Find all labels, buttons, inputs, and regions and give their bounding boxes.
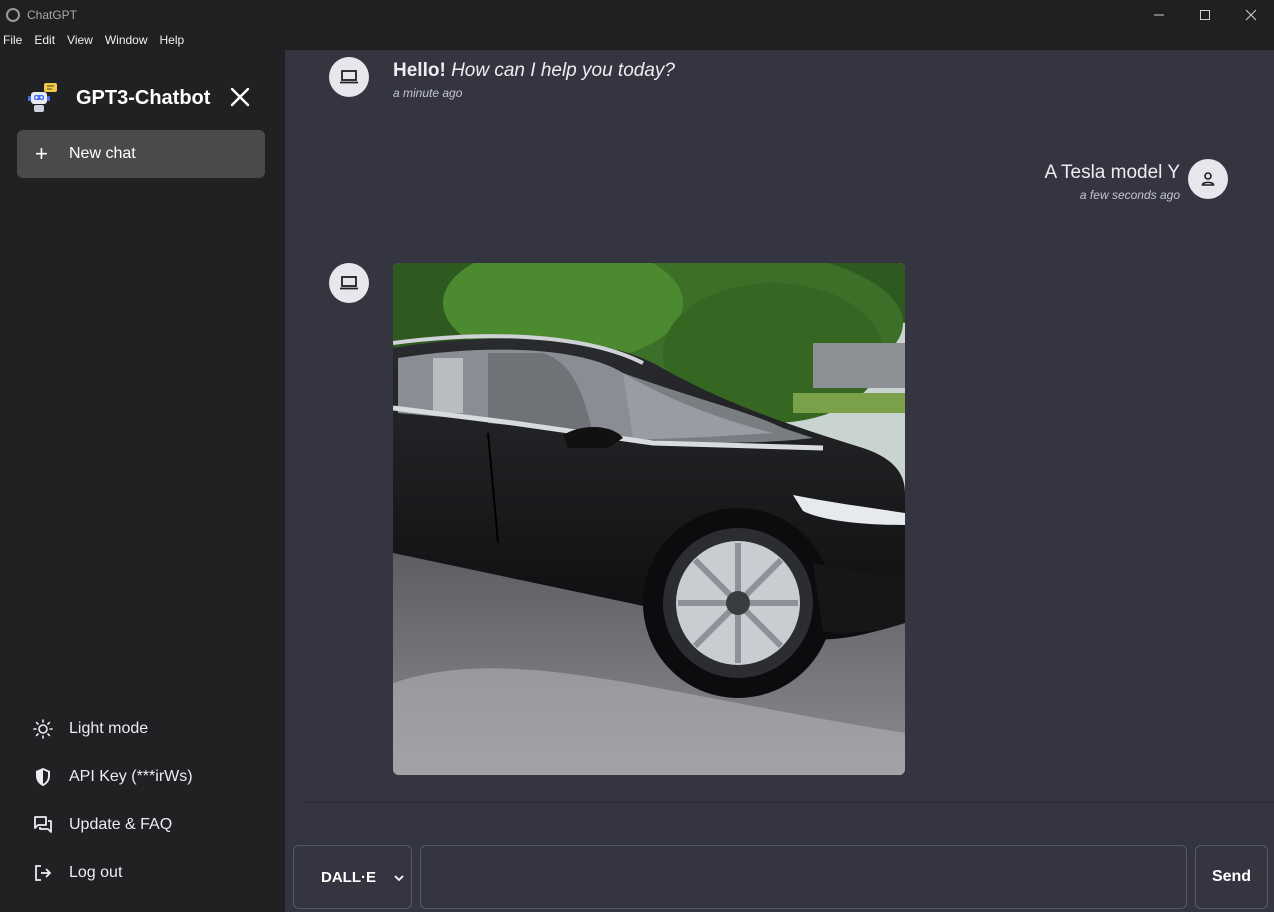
- menu-edit[interactable]: Edit: [34, 33, 55, 47]
- prompt-input[interactable]: [420, 845, 1187, 909]
- shield-icon: [32, 766, 54, 788]
- bot-message: Hello! How can I help you today? a minut…: [393, 60, 675, 100]
- send-label: Send: [1211, 868, 1252, 885]
- maximize-button[interactable]: [1182, 0, 1228, 29]
- menu-bar: File Edit View Window Help: [0, 29, 1274, 50]
- close-icon: [1245, 9, 1257, 20]
- chat-bubbles-icon: [32, 814, 54, 836]
- model-select[interactable]: DALL·E: [293, 845, 412, 909]
- sidebar-item-label: Log out: [69, 864, 123, 881]
- sidebar-item-label: API Key (***irWs): [69, 768, 193, 785]
- laptop-icon: [340, 70, 358, 84]
- user-message: A Tesla model Y a few seconds ago: [1044, 162, 1180, 202]
- generated-car-image[interactable]: [393, 263, 905, 775]
- model-select-value: DALL·E: [321, 868, 376, 886]
- brand-name: GPT3-Chatbot: [76, 86, 211, 109]
- menu-view[interactable]: View: [67, 33, 93, 47]
- menu-window[interactable]: Window: [105, 33, 148, 47]
- minimize-icon: [1154, 14, 1164, 15]
- menu-file[interactable]: File: [3, 33, 22, 47]
- laptop-icon: [340, 276, 358, 290]
- sidebar-item-log-out[interactable]: Log out: [32, 849, 193, 897]
- greeting-italic: How can I help you today?: [451, 60, 675, 81]
- message-time: a minute ago: [393, 86, 463, 100]
- brand: GPT3-Chatbot: [26, 82, 210, 114]
- sidebar-item-light-mode[interactable]: Light mode: [32, 705, 193, 753]
- sidebar-item-api-key[interactable]: API Key (***irWs): [32, 753, 193, 801]
- window-title: ChatGPT: [27, 7, 78, 22]
- sidebar-item-update-faq[interactable]: Update & FAQ: [32, 801, 193, 849]
- close-window-button[interactable]: [1228, 0, 1274, 29]
- chat-area: Hello! How can I help you today? a minut…: [285, 50, 1274, 912]
- user-avatar: [1188, 159, 1228, 199]
- new-chat-button[interactable]: + New chat: [17, 130, 265, 178]
- plus-icon: +: [35, 141, 48, 166]
- bot-avatar: [329, 263, 369, 303]
- title-bar: ChatGPT: [0, 0, 1274, 29]
- close-sidebar-icon[interactable]: [229, 86, 251, 108]
- chevron-down-icon: [394, 875, 404, 882]
- sidebar: GPT3-Chatbot + New chat Light mode API K…: [0, 50, 285, 912]
- sidebar-item-label: Light mode: [69, 720, 149, 737]
- send-button[interactable]: Send: [1195, 845, 1268, 909]
- message-text: Hello! How can I help you today?: [393, 60, 675, 82]
- bot-avatar: [329, 57, 369, 97]
- minimize-button[interactable]: [1136, 0, 1182, 29]
- chat-divider: [302, 802, 1274, 803]
- message-text: A Tesla model Y: [1044, 162, 1180, 183]
- sidebar-menu: Light mode API Key (***irWs) Update & FA…: [32, 705, 193, 897]
- robot-logo-icon: [28, 83, 57, 112]
- greeting-bold: Hello!: [393, 60, 446, 81]
- sun-icon: [32, 718, 54, 740]
- person-icon: [1201, 172, 1215, 186]
- window-controls: [1136, 0, 1274, 29]
- maximize-icon: [1200, 9, 1210, 20]
- new-chat-label: New chat: [69, 145, 136, 162]
- message-time: a few seconds ago: [1079, 188, 1180, 202]
- menu-help[interactable]: Help: [160, 33, 185, 47]
- app-icon: [6, 7, 20, 22]
- logout-icon: [32, 862, 54, 884]
- sidebar-item-label: Update & FAQ: [69, 816, 173, 833]
